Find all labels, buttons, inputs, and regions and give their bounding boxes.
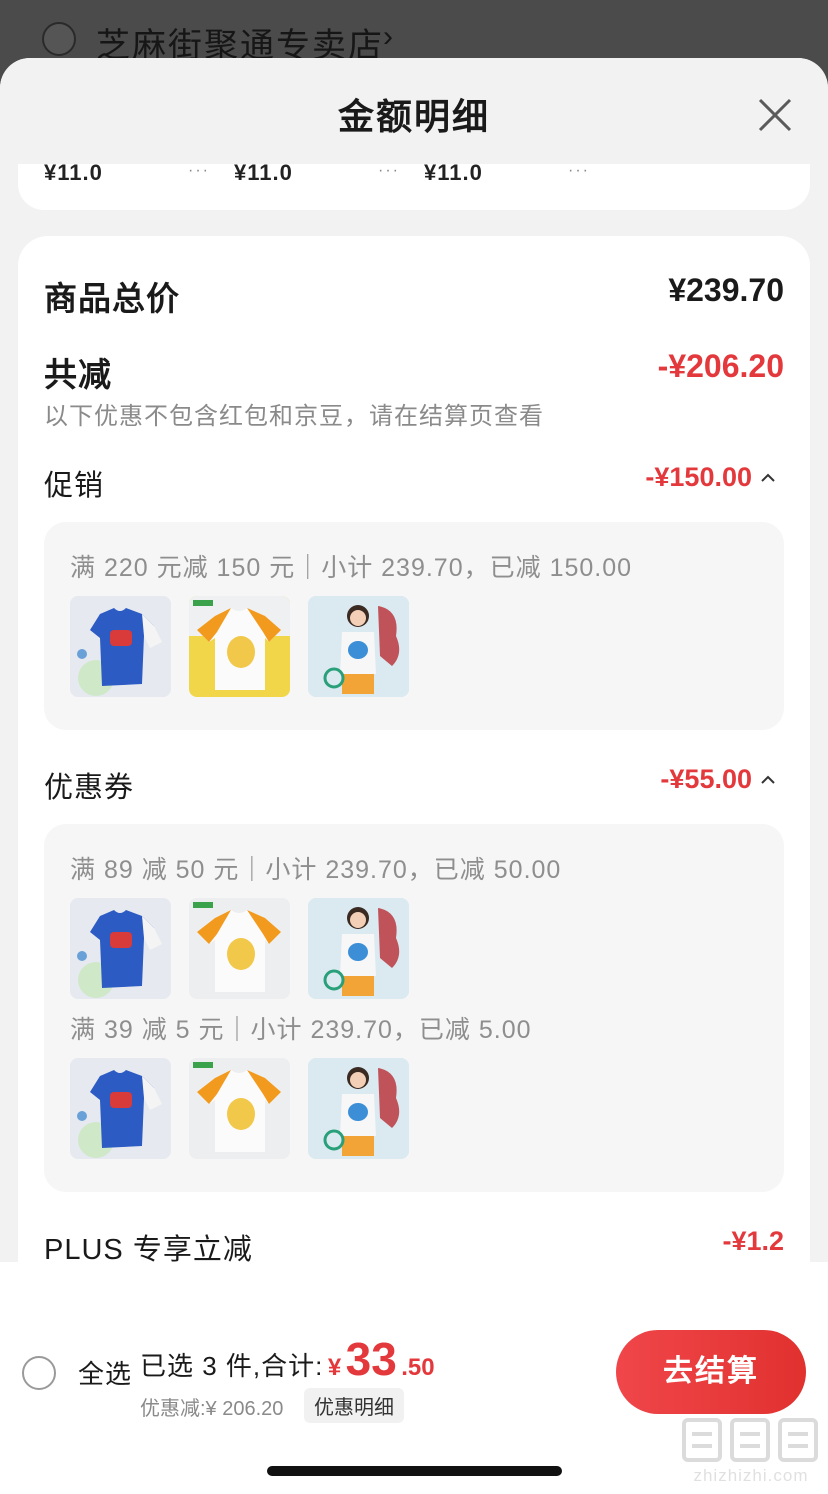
plus-row: PLUS 专享立减 -¥1.2: [44, 1226, 784, 1266]
product-thumb-blue-shirt[interactable]: [70, 596, 171, 697]
currency-symbol: ¥: [327, 1354, 342, 1381]
discount-summary: 优惠减:¥ 206.20: [140, 1398, 284, 1420]
total-summary: 已选 3 件,合计: ¥ 33 .50: [140, 1332, 435, 1386]
product-thumb-blue-shirt[interactable]: [70, 1058, 171, 1159]
prev-dots: ···: [568, 162, 590, 179]
promotion-value: -¥150.00: [645, 462, 752, 492]
coupon-rule-2: 满 39 减 5 元｜小计 239.70，已减 5.00: [70, 1016, 532, 1044]
select-all-radio[interactable]: [22, 1356, 56, 1390]
promotion-rule: 满 220 元减 150 元｜小计 239.70，已减 150.00: [70, 554, 633, 582]
discount-detail-button[interactable]: 优惠明细: [304, 1388, 404, 1423]
caret-up-icon[interactable]: [760, 766, 776, 792]
coupon-group: 满 89 减 50 元｜小计 239.70，已减 50.00 满 39 减 5 …: [44, 824, 784, 1192]
total-reduce-label: 共减: [44, 356, 112, 393]
watermark-logo: zhizhizhi.com: [676, 1412, 826, 1492]
total-price-label: 商品总价: [44, 280, 180, 317]
coupon-label: 优惠券: [44, 772, 135, 804]
prev-dots: ···: [378, 162, 400, 179]
caret-up-icon[interactable]: [760, 464, 776, 490]
total-price-row: 商品总价 ¥239.70: [44, 272, 784, 317]
coupon-row[interactable]: 优惠券 -¥55.00: [44, 764, 784, 804]
total-amount-dec: .50: [401, 1354, 435, 1381]
product-thumb-orange-shirt[interactable]: [189, 898, 290, 999]
product-thumb-kid-photo[interactable]: [308, 596, 409, 697]
coupon-thumbs-2: [70, 1058, 409, 1159]
watermark-url: zhizhizhi.com: [693, 1466, 809, 1485]
prev-dots: ···: [188, 162, 210, 179]
product-thumb-orange-shirt[interactable]: [189, 1058, 290, 1159]
checkout-button[interactable]: 去结算: [616, 1330, 806, 1414]
promotion-thumbs: [70, 596, 409, 697]
chevron-right-icon: ›: [383, 20, 393, 53]
promotion-row[interactable]: 促销 -¥150.00: [44, 462, 784, 502]
sheet-header: 金额明细: [0, 58, 828, 164]
total-reduce-row: 共减 -¥206.20: [44, 348, 784, 393]
amount-breakdown-card: 商品总价 ¥239.70 共减 -¥206.20 以下优惠不包含红包和京豆，请在…: [18, 236, 810, 1294]
coupon-value: -¥55.00: [660, 764, 752, 794]
total-price-value: ¥239.70: [668, 272, 784, 308]
product-thumb-kid-photo[interactable]: [308, 898, 409, 999]
promotion-group: 满 220 元减 150 元｜小计 239.70，已减 150.00: [44, 522, 784, 730]
product-thumb-blue-shirt[interactable]: [70, 898, 171, 999]
discount-note: 以下优惠不包含红包和京豆，请在结算页查看: [44, 403, 544, 430]
selected-count-text: 已选 3 件,合计:: [140, 1351, 324, 1381]
total-reduce-value: -¥206.20: [657, 348, 784, 384]
store-select-radio[interactable]: [42, 22, 76, 56]
promotion-label: 促销: [44, 470, 105, 502]
product-thumb-kid-photo[interactable]: [308, 1058, 409, 1159]
checkout-bar: 全选 已选 3 件,合计: ¥ 33 .50 优惠减:¥ 206.20 优惠明细…: [0, 1262, 828, 1494]
close-icon[interactable]: [752, 92, 798, 138]
sheet-title: 金额明细: [337, 96, 490, 137]
coupon-rule-1: 满 89 减 50 元｜小计 239.70，已减 50.00: [70, 856, 562, 884]
coupon-thumbs-1: [70, 898, 409, 999]
home-indicator: [267, 1466, 562, 1476]
product-thumb-orange-shirt[interactable]: [189, 596, 290, 697]
plus-value: -¥1.2: [722, 1226, 784, 1256]
total-amount-int: 33: [345, 1333, 397, 1385]
select-all-label[interactable]: 全选: [78, 1354, 132, 1391]
